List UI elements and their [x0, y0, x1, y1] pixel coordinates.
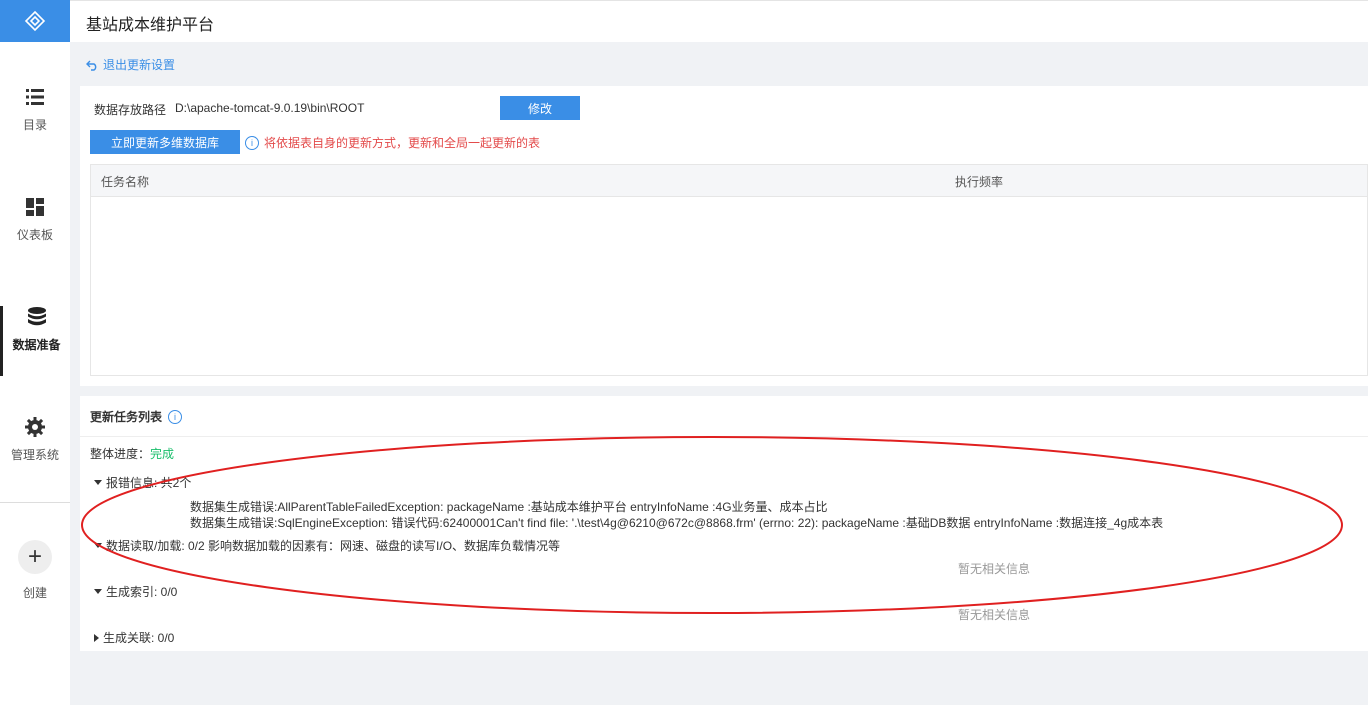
- load-section-toggle[interactable]: 数据读取/加载: 0/2 影响数据加载的因素有：网速、磁盘的读写I/O、数据库负…: [94, 537, 560, 554]
- list-icon: [26, 89, 44, 105]
- index-section-toggle[interactable]: 生成索引: 0/0: [94, 583, 177, 600]
- caret-down-icon: [94, 589, 102, 594]
- data-path-value: D:\apache-tomcat-9.0.19\bin\ROOT: [175, 101, 365, 115]
- overall-progress: 整体进度：完成: [90, 445, 174, 462]
- update-settings-panel: 数据存放路径 D:\apache-tomcat-9.0.19\bin\ROOT …: [80, 86, 1368, 386]
- errors-section-toggle[interactable]: 报错信息: 共2个: [94, 474, 191, 491]
- exit-update-settings-link[interactable]: 退出更新设置: [86, 56, 175, 73]
- sidebar-item-label: 目录: [22, 118, 47, 132]
- error-line: 数据集生成错误:AllParentTableFailedException: p…: [190, 500, 828, 514]
- sidebar-item-data-prep[interactable]: 数据准备: [0, 306, 70, 376]
- caret-down-icon: [94, 543, 102, 548]
- sidebar-item-dashboard[interactable]: 仪表板: [0, 196, 70, 266]
- create-label: 创建: [22, 586, 47, 600]
- database-icon: [27, 307, 46, 326]
- update-hint: i 将依据表自身的更新方式，更新和全局一起更新的表: [245, 134, 540, 151]
- sidebar: 目录 仪表板 数据准备 管理系统 + 创建: [0, 0, 70, 705]
- plus-icon: +: [27, 543, 42, 570]
- divider: [80, 436, 1368, 437]
- app-logo[interactable]: [0, 0, 70, 42]
- column-frequency: 执行频率: [955, 175, 1004, 189]
- progress-label: 整体进度：: [90, 447, 151, 461]
- page-title: 基站成本维护平台: [86, 17, 215, 34]
- task-list-panel: 更新任务列表 i 整体进度：完成 报错信息: 共2个 数据集生成错误:AllPa…: [80, 396, 1368, 651]
- sidebar-item-admin[interactable]: 管理系统: [0, 416, 70, 486]
- task-table: 任务名称 执行频率: [90, 164, 1368, 376]
- back-link-label: 退出更新设置: [103, 58, 176, 72]
- relation-header: 生成关联: 0/0: [103, 631, 175, 645]
- caret-right-icon: [94, 633, 99, 642]
- load-empty-text: 暂无相关信息: [958, 562, 1031, 576]
- back-arrow-icon: [86, 60, 97, 71]
- hint-text: 将依据表自身的更新方式，更新和全局一起更新的表: [264, 136, 541, 150]
- dashboard-icon: [26, 198, 44, 216]
- top-header: 基站成本维护平台: [70, 0, 1368, 42]
- create-button[interactable]: +: [18, 540, 52, 574]
- index-empty-text: 暂无相关信息: [958, 608, 1031, 622]
- progress-status: 完成: [150, 447, 175, 461]
- errors-header: 报错信息: 共2个: [106, 476, 192, 490]
- task-list-title-text: 更新任务列表: [90, 410, 163, 424]
- task-list-title: 更新任务列表 i: [90, 408, 183, 425]
- gear-icon: [25, 417, 45, 437]
- sidebar-item-label: 数据准备: [12, 338, 61, 352]
- task-table-header: 任务名称 执行频率: [91, 165, 1367, 197]
- sidebar-item-catalog[interactable]: 目录: [0, 86, 70, 156]
- info-icon[interactable]: i: [168, 409, 183, 424]
- load-header: 数据读取/加载: 0/2 影响数据加载的因素有：网速、磁盘的读写I/O、数据库负…: [106, 539, 561, 553]
- relation-section-toggle[interactable]: 生成关联: 0/0: [94, 629, 174, 646]
- modify-button[interactable]: 修改: [500, 96, 580, 120]
- sidebar-item-label: 管理系统: [10, 448, 59, 462]
- caret-down-icon: [94, 480, 102, 485]
- diamond-logo-icon: [24, 10, 46, 32]
- error-line: 数据集生成错误:SqlEngineException: 错误代码:6240000…: [190, 516, 1164, 530]
- index-header: 生成索引: 0/0: [106, 585, 178, 599]
- sidebar-divider: [0, 502, 70, 503]
- info-icon: i: [245, 135, 259, 150]
- column-task-name: 任务名称: [101, 175, 150, 189]
- update-cube-button[interactable]: 立即更新多维数据库: [90, 130, 240, 154]
- sidebar-item-label: 仪表板: [16, 228, 53, 242]
- data-path-label: 数据存放路径: [94, 103, 167, 117]
